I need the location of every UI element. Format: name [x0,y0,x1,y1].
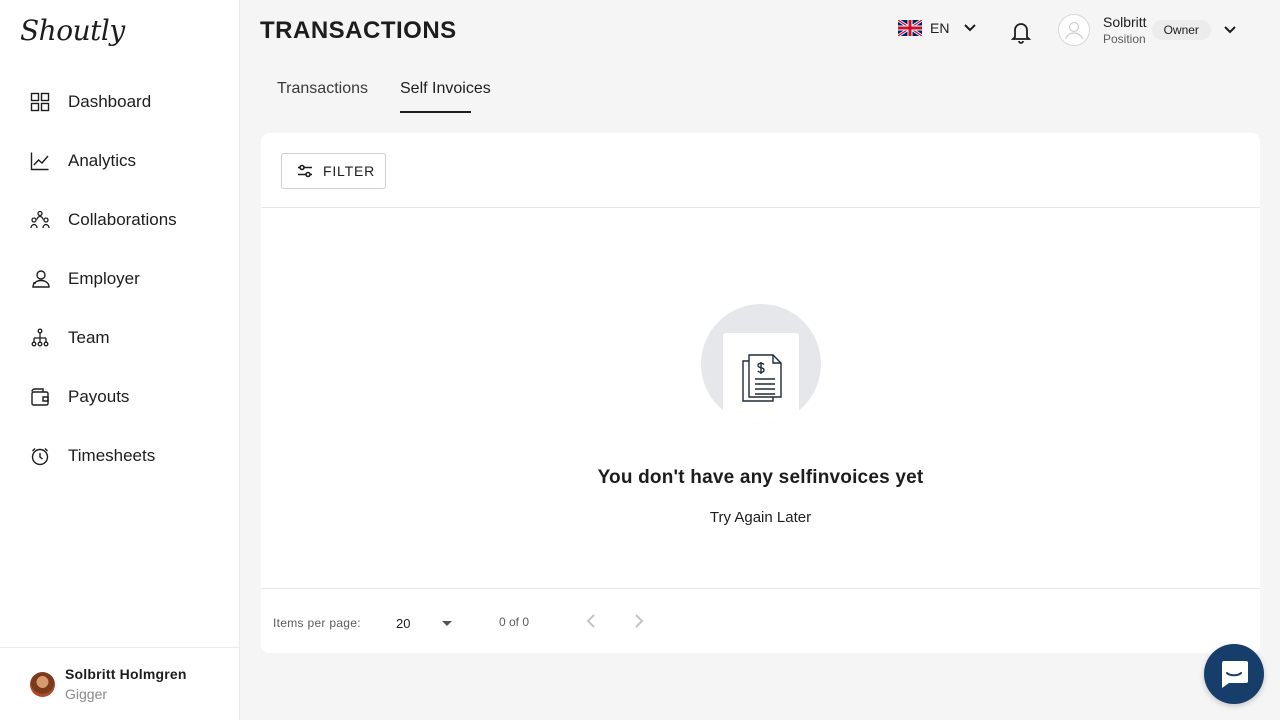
sidebar-item-label: Collaborations [68,209,177,229]
wallet-icon [30,387,50,407]
previous-page-button[interactable] [581,611,601,631]
sidebar-user[interactable]: Solbritt Holmgren Gigger [0,647,240,720]
paginator: Items per page: 20 0 of 0 [261,588,1260,653]
uk-flag-icon [898,20,922,36]
chevron-down-icon [1224,26,1236,34]
self-invoices-card: FILTER You don't have any selfinvoices y… [261,133,1260,653]
sidebar-item-label: Analytics [68,150,137,170]
sidebar-item-label: Timesheets [68,445,156,465]
sidebar-item-analytics[interactable]: Analytics [0,131,240,190]
sidebar: Shoutly Dashboard Analytics Collaboratio… [0,0,240,720]
sidebar-nav: Dashboard Analytics Collaborations Emplo… [0,72,240,485]
profile-info: Solbritt Position [1103,14,1147,46]
sidebar-user-role: Gigger [65,686,108,702]
sidebar-item-employer[interactable]: Employer [0,249,240,308]
page-title: TRANSACTIONS [260,17,457,44]
app-logo[interactable]: Shoutly [20,14,125,47]
sidebar-item-team[interactable]: Team [0,308,240,367]
sidebar-item-label: Team [68,327,110,347]
page-range-label: 0 of 0 [499,615,530,629]
bell-icon [1010,23,1032,44]
sidebar-item-label: Employer [68,268,140,288]
language-selector[interactable]: EN [898,20,977,36]
tab-bar: Transactions Self Invoices [277,80,523,113]
tab-transactions[interactable]: Transactions [277,80,368,113]
collaborations-icon [30,210,50,230]
filter-button-label: FILTER [323,163,375,179]
sidebar-user-info: Solbritt Holmgren Gigger [65,666,187,702]
chart-line-icon [30,151,50,171]
items-per-page-label: Items per page: [273,616,361,630]
profile-menu[interactable]: Solbritt Position Owner [1058,14,1237,46]
invoice-document-icon [742,354,782,402]
dropdown-arrow-icon [442,621,452,626]
language-code: EN [930,20,950,36]
team-icon [30,328,50,348]
chevron-left-icon [586,614,595,628]
sidebar-item-dashboard[interactable]: Dashboard [0,72,240,131]
sidebar-item-collaborations[interactable]: Collaborations [0,190,240,249]
empty-illustration [701,304,821,424]
sidebar-item-payouts[interactable]: Payouts [0,367,240,426]
sidebar-item-timesheets[interactable]: Timesheets [0,426,240,485]
filter-sliders-icon [298,164,312,178]
avatar [1058,14,1090,46]
sidebar-item-label: Payouts [68,386,130,406]
employer-icon [30,269,50,289]
role-badge: Owner [1151,20,1211,40]
empty-state: You don't have any selfinvoices yet Try … [261,208,1260,588]
profile-name: Solbritt [1103,14,1147,30]
notifications-button[interactable] [1010,20,1032,44]
chevron-right-icon [635,614,644,628]
stopwatch-icon [30,446,50,466]
profile-position: Position [1103,32,1146,46]
chat-launcher-button[interactable] [1204,644,1264,704]
sidebar-user-name: Solbritt Holmgren [65,666,187,682]
page-size-value: 20 [396,615,411,631]
tab-self-invoices[interactable]: Self Invoices [400,80,491,113]
empty-state-title: You don't have any selfinvoices yet [597,467,924,488]
filter-button[interactable]: FILTER [281,153,386,189]
next-page-button[interactable] [629,611,649,631]
chevron-down-icon [964,24,977,32]
sidebar-item-label: Dashboard [68,91,152,111]
avatar [30,671,55,697]
empty-state-subtitle: Try Again Later [709,509,812,526]
grid-icon [30,92,50,112]
chat-bubble-icon [1222,661,1248,688]
card-toolbar: FILTER [261,133,1260,208]
empty-doc-card [723,333,799,424]
page-size-select[interactable]: 20 [396,613,452,633]
user-icon [1064,21,1084,40]
